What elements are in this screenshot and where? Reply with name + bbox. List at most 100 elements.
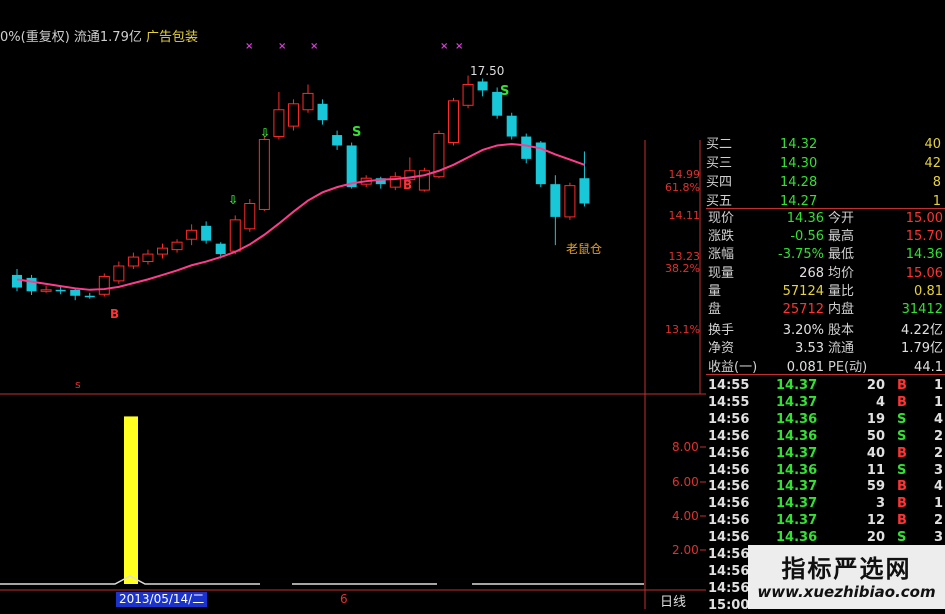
panel-divider bbox=[706, 374, 945, 375]
volume-bar bbox=[124, 416, 138, 584]
tick-time: 14:56 bbox=[708, 580, 750, 596]
fib-label: 61.8% bbox=[665, 181, 700, 194]
signal-marks: × × × × × S S B B ⇩ ⇩ bbox=[110, 41, 509, 321]
bid-row: 买四 14.28 8 bbox=[706, 175, 941, 190]
tick-volume: 40 bbox=[866, 445, 885, 461]
stat-label: 盘 bbox=[708, 302, 722, 317]
candle-body bbox=[273, 109, 285, 138]
tick-row[interactable]: 14:56 14.37 12 B 2 bbox=[706, 512, 945, 529]
stat-label: 均价 bbox=[828, 265, 855, 281]
candlesticks bbox=[12, 75, 590, 301]
stat-value: 15.06 bbox=[905, 265, 943, 281]
candle-body bbox=[579, 178, 590, 204]
tick-row[interactable]: 14:56 14.36 11 S 3 bbox=[706, 462, 945, 479]
candle-body bbox=[113, 265, 125, 282]
sector-label: 广告包装 bbox=[146, 30, 199, 45]
top-marker: × bbox=[245, 41, 253, 52]
tick-time: 14:56 bbox=[708, 513, 750, 529]
stat-value: 25712 bbox=[782, 302, 824, 317]
tick-price: 14.36 bbox=[776, 428, 818, 444]
candle-body bbox=[346, 145, 357, 188]
tick-row[interactable]: 14:56 14.36 50 S 2 bbox=[706, 428, 945, 445]
tick-row[interactable]: 14:55 14.37 4 B 1 bbox=[706, 394, 945, 411]
stat-value: 31412 bbox=[901, 302, 943, 317]
candle-body bbox=[302, 92, 314, 111]
stat-value: -3.75% bbox=[778, 247, 824, 263]
price-label: 14.99 bbox=[668, 168, 701, 181]
stat-value: 3.20% bbox=[782, 323, 824, 339]
tick-volume: 3 bbox=[875, 496, 885, 512]
stat-label: 现量 bbox=[708, 265, 735, 281]
tick-price: 14.37 bbox=[776, 378, 818, 393]
candle-body bbox=[448, 100, 459, 143]
tick-row[interactable]: 14:55 14.37 20 B 1 bbox=[706, 377, 945, 394]
candle-body bbox=[521, 136, 532, 159]
tick-volume: 50 bbox=[866, 428, 885, 444]
candle-body bbox=[70, 289, 81, 296]
fib-label: 13.1% bbox=[665, 323, 700, 336]
stat-row: 现量 268 均价 15.06 bbox=[706, 265, 945, 282]
tick-time: 14:56 bbox=[708, 428, 750, 444]
tick-side: S bbox=[897, 530, 907, 546]
tick-row[interactable]: 14:56 14.37 40 B 2 bbox=[706, 445, 945, 462]
stat-label: 股本 bbox=[828, 323, 855, 339]
candle-body bbox=[157, 247, 168, 255]
tick-volume: 59 bbox=[866, 479, 885, 495]
stat-label: 最低 bbox=[828, 247, 855, 263]
tick-time: 14:56 bbox=[708, 530, 750, 546]
tick-price: 14.37 bbox=[776, 394, 818, 410]
tick-time: 14:56 bbox=[708, 479, 750, 495]
tick-time: 14:56 bbox=[708, 445, 750, 461]
stat-label: 净资 bbox=[708, 341, 735, 357]
tick-side: S bbox=[897, 411, 907, 427]
candle-body bbox=[127, 256, 139, 267]
stat-row: 净资 3.53 流通 1.79亿 bbox=[706, 340, 945, 357]
tick-row[interactable]: 14:56 14.36 20 S 3 bbox=[706, 529, 945, 546]
candle-body bbox=[332, 135, 343, 146]
tick-row[interactable]: 14:56 14.37 3 B 1 bbox=[706, 495, 945, 512]
top-marker: × bbox=[310, 41, 318, 52]
tick-row[interactable]: 14:56 14.36 19 S 4 bbox=[706, 411, 945, 428]
tick-side: B bbox=[897, 378, 907, 393]
candle-body bbox=[186, 229, 198, 240]
volume-axis-label: 2.00 bbox=[672, 543, 699, 557]
arrow-down-icon: ⇩ bbox=[260, 126, 270, 140]
stat-row: 换手 3.20% 股本 4.22亿 bbox=[706, 322, 945, 339]
candle-body bbox=[40, 289, 52, 292]
tick-time: 14:56 bbox=[708, 411, 750, 427]
candle-body bbox=[317, 103, 328, 121]
candle-body bbox=[55, 289, 66, 292]
candle-body bbox=[477, 81, 488, 91]
watermark-title: 指标严选网 bbox=[781, 555, 912, 583]
stat-value: 15.70 bbox=[905, 229, 943, 245]
candle-body bbox=[171, 241, 183, 251]
top-marker: × bbox=[440, 41, 448, 52]
buy-signal: B bbox=[110, 307, 119, 321]
tick-time: 14:56 bbox=[708, 547, 750, 562]
panel-divider bbox=[706, 208, 945, 209]
candle-body bbox=[215, 243, 226, 255]
arrow-down-icon: ⇩ bbox=[228, 193, 238, 207]
volume-axis-label: 8.00 bbox=[672, 440, 699, 454]
tick-count: 1 bbox=[933, 496, 943, 512]
tick-volume: 12 bbox=[866, 513, 885, 529]
candle-body bbox=[26, 277, 37, 292]
candle-body bbox=[462, 83, 474, 106]
stat-label: 内盘 bbox=[828, 302, 855, 317]
top-marker: × bbox=[455, 41, 463, 52]
volume-axis-label: 4.00 bbox=[672, 509, 699, 523]
tick-count: 3 bbox=[933, 462, 943, 478]
tick-price: 14.37 bbox=[776, 513, 818, 529]
stat-value: 4.22亿 bbox=[901, 323, 943, 339]
tick-time: 14:55 bbox=[708, 394, 750, 410]
stat-value: 1.79亿 bbox=[901, 341, 943, 357]
tick-row[interactable]: 14:56 14.37 59 B 4 bbox=[706, 478, 945, 495]
tick-time: 14:55 bbox=[708, 378, 750, 393]
stat-label: 量 bbox=[708, 283, 722, 299]
tick-count: 1 bbox=[933, 378, 943, 393]
period-label[interactable]: 日线 bbox=[660, 591, 686, 610]
tick-side: B bbox=[897, 496, 907, 512]
tick-volume: 11 bbox=[866, 462, 885, 478]
candle-body bbox=[12, 274, 22, 288]
tick-side: B bbox=[897, 513, 907, 529]
